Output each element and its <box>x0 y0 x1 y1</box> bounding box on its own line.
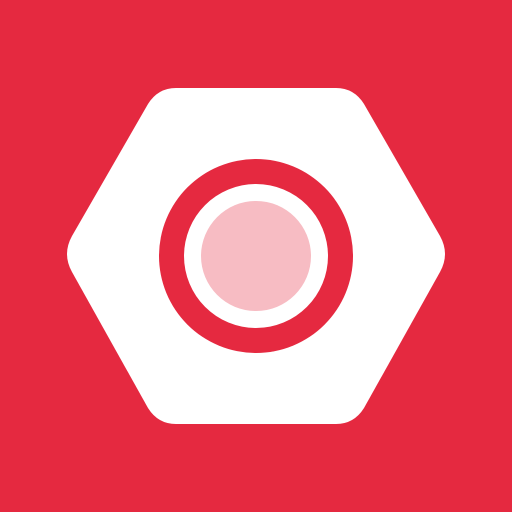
center-dot <box>201 201 311 311</box>
app-icon <box>0 0 512 512</box>
hex-nut-icon <box>0 0 512 512</box>
